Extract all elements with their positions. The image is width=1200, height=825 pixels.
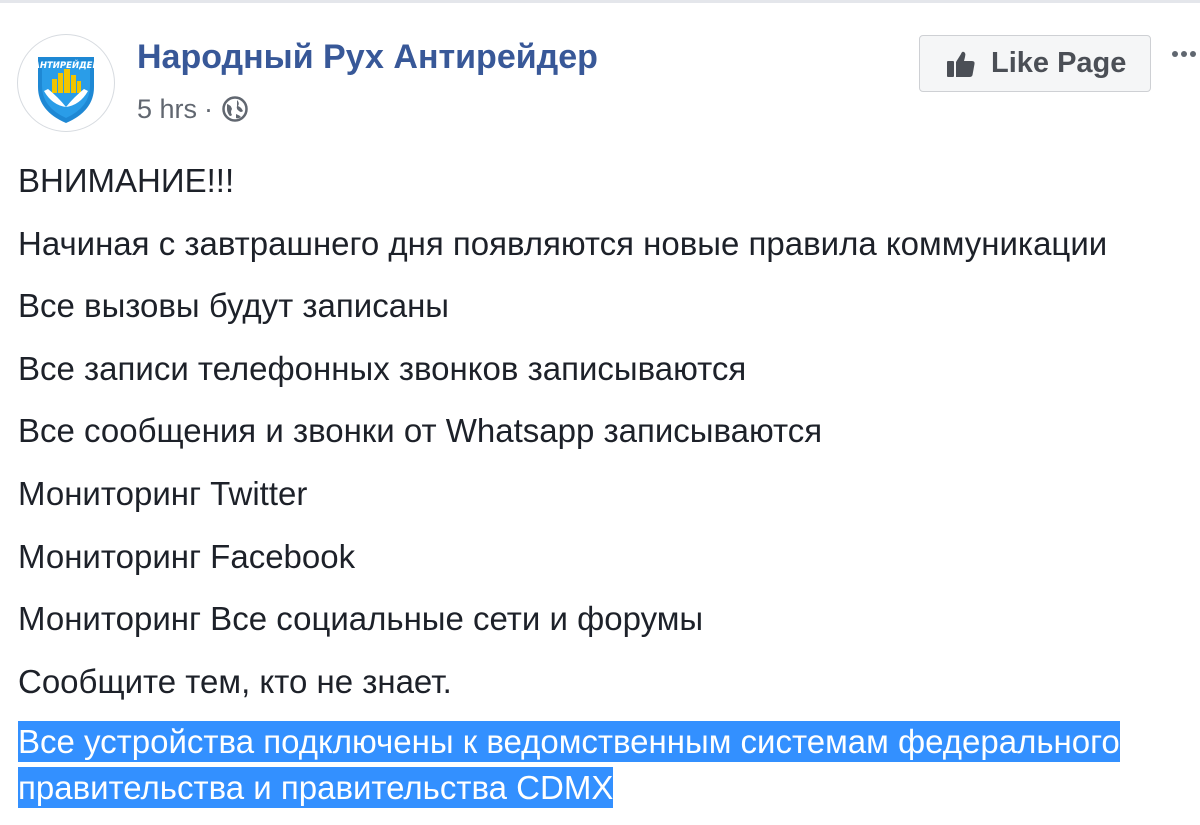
post-line: Все сообщения и звонки от Whatsapp запис… [18, 412, 823, 450]
svg-text:АНТИРЕЙДЕР: АНТИРЕЙДЕР [32, 59, 99, 71]
selected-text: Все устройства подключены к ведомственны… [18, 719, 1198, 811]
post-meta: 5 hrs · [137, 92, 249, 126]
post-line: Все вызовы будут записаны [18, 287, 450, 325]
post-line: Мониторинг Facebook [18, 537, 356, 575]
more-options-button[interactable] [1170, 44, 1200, 74]
post-timestamp[interactable]: 5 hrs [137, 94, 197, 125]
meta-separator: · [204, 93, 214, 124]
facebook-post: АНТИРЕЙДЕР Народный Рух Антирейдер 5 hrs… [0, 0, 1200, 825]
top-divider [0, 0, 1200, 3]
post-text: ВНИМАНИЕ!!! Начиная с завтрашнего дня по… [18, 150, 1198, 713]
page-avatar[interactable]: АНТИРЕЙДЕР [17, 34, 115, 132]
post-line: Начиная с завтрашнего дня появляются нов… [18, 224, 1108, 262]
post-line: Мониторинг Twitter [18, 474, 308, 512]
thumbs-up-icon [945, 48, 977, 80]
post-line: ВНИМАНИЕ!!! [18, 162, 235, 199]
selected-line: Все устройства подключены к ведомственны… [18, 721, 1120, 762]
selected-line: правительства и правительства CDMX [18, 767, 614, 808]
antireider-logo-icon: АНТИРЕЙДЕР [20, 37, 112, 129]
post-line: Все записи телефонных звонков записывают… [18, 349, 747, 387]
more-options-icon [1172, 51, 1196, 57]
like-page-label: Like Page [991, 47, 1127, 79]
globe-icon[interactable] [221, 95, 249, 123]
post-line: Сообщите тем, кто не знает. [18, 662, 452, 700]
like-page-button[interactable]: Like Page [919, 35, 1151, 92]
post-line: Мониторинг Все социальные сети и форумы [18, 600, 704, 638]
page-name-link[interactable]: Народный Рух Антирейдер [137, 38, 598, 77]
